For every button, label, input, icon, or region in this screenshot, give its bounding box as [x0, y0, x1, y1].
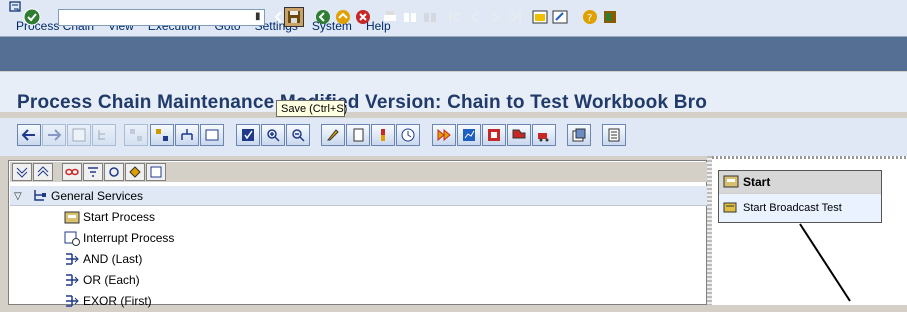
- interrupt-process-icon: [64, 230, 80, 246]
- exit-icon[interactable]: [333, 7, 353, 27]
- connector-line: [799, 223, 851, 302]
- first-page-icon[interactable]: [445, 7, 465, 27]
- find-icon[interactable]: [400, 7, 420, 27]
- graph-connector: [799, 223, 851, 302]
- execute-button[interactable]: [432, 124, 456, 146]
- attributes-button[interactable]: [567, 124, 591, 146]
- display-change-button[interactable]: [67, 124, 91, 146]
- last-page-icon[interactable]: [505, 7, 525, 27]
- link-icon[interactable]: [62, 163, 82, 181]
- tree-item-start-process[interactable]: Start Process: [64, 207, 155, 227]
- hierarchy-button[interactable]: [175, 124, 199, 146]
- help-icon[interactable]: ?: [580, 7, 600, 27]
- find-next-icon[interactable]: [420, 7, 440, 27]
- zoom-in-button[interactable]: [261, 124, 285, 146]
- previous-page-icon[interactable]: [465, 7, 485, 27]
- next-page-icon[interactable]: [485, 7, 505, 27]
- start-process-icon: [64, 209, 80, 225]
- list-view-button[interactable]: [602, 124, 626, 146]
- display-variant-icon[interactable]: [125, 163, 145, 181]
- tree-item-exor-first[interactable]: EXOR (First): [64, 291, 152, 311]
- collect-button[interactable]: [532, 124, 556, 146]
- log-button[interactable]: [482, 124, 506, 146]
- edit-button[interactable]: [321, 124, 345, 146]
- enter-icon[interactable]: [22, 7, 42, 27]
- command-history-icon[interactable]: ▮: [255, 11, 265, 24]
- filter-icon[interactable]: [83, 163, 103, 181]
- tree-item-interrupt-process[interactable]: Interrupt Process: [64, 228, 174, 248]
- new-document-button[interactable]: [346, 124, 370, 146]
- tree-node-general-services[interactable]: ▽ General Services: [14, 186, 143, 206]
- process-group-icon: [32, 188, 48, 204]
- or-process-icon: [64, 272, 80, 288]
- save-icon[interactable]: [284, 7, 304, 27]
- check-button[interactable]: [236, 124, 260, 146]
- command-field[interactable]: [58, 9, 265, 26]
- transport-button[interactable]: [507, 124, 531, 146]
- schedule-button[interactable]: [396, 124, 420, 146]
- page-title: Process Chain Maintenance Modified Versi…: [17, 92, 708, 113]
- collapse-all-icon[interactable]: [33, 163, 53, 181]
- svg-text:?: ?: [587, 13, 592, 24]
- exor-process-icon: [64, 293, 80, 309]
- print-icon[interactable]: [380, 7, 400, 27]
- settings-icon[interactable]: [104, 163, 124, 181]
- planning-view-button[interactable]: [150, 124, 174, 146]
- tree-view-button[interactable]: [92, 124, 116, 146]
- zoom-out-button[interactable]: [286, 124, 310, 146]
- shortcut-icon[interactable]: [550, 7, 570, 27]
- menu-icon[interactable]: [9, 1, 21, 13]
- standard-toolbar: [0, 37, 907, 71]
- tree-item-and-last[interactable]: AND (Last): [64, 249, 142, 269]
- monitor-button[interactable]: [457, 124, 481, 146]
- back-arrow-button[interactable]: [17, 124, 41, 146]
- back-icon[interactable]: [313, 7, 333, 27]
- tree-node-label: General Services: [51, 189, 144, 203]
- cancel-icon[interactable]: [353, 7, 373, 27]
- expand-all-icon[interactable]: [12, 163, 32, 181]
- details-icon[interactable]: [146, 163, 166, 181]
- customize-layout-icon[interactable]: [600, 7, 620, 27]
- log-view-button[interactable]: [200, 124, 224, 146]
- new-session-icon[interactable]: [530, 7, 550, 27]
- tree-item-or-each[interactable]: OR (Each): [64, 270, 140, 290]
- forward-arrow-button[interactable]: [42, 124, 66, 146]
- and-process-icon: [64, 251, 80, 267]
- save-tooltip: Save (Ctrl+S): [276, 100, 347, 117]
- other-chain-button[interactable]: [124, 124, 148, 146]
- collapse-node-icon[interactable]: ▽: [14, 191, 28, 202]
- activate-button[interactable]: [371, 124, 395, 146]
